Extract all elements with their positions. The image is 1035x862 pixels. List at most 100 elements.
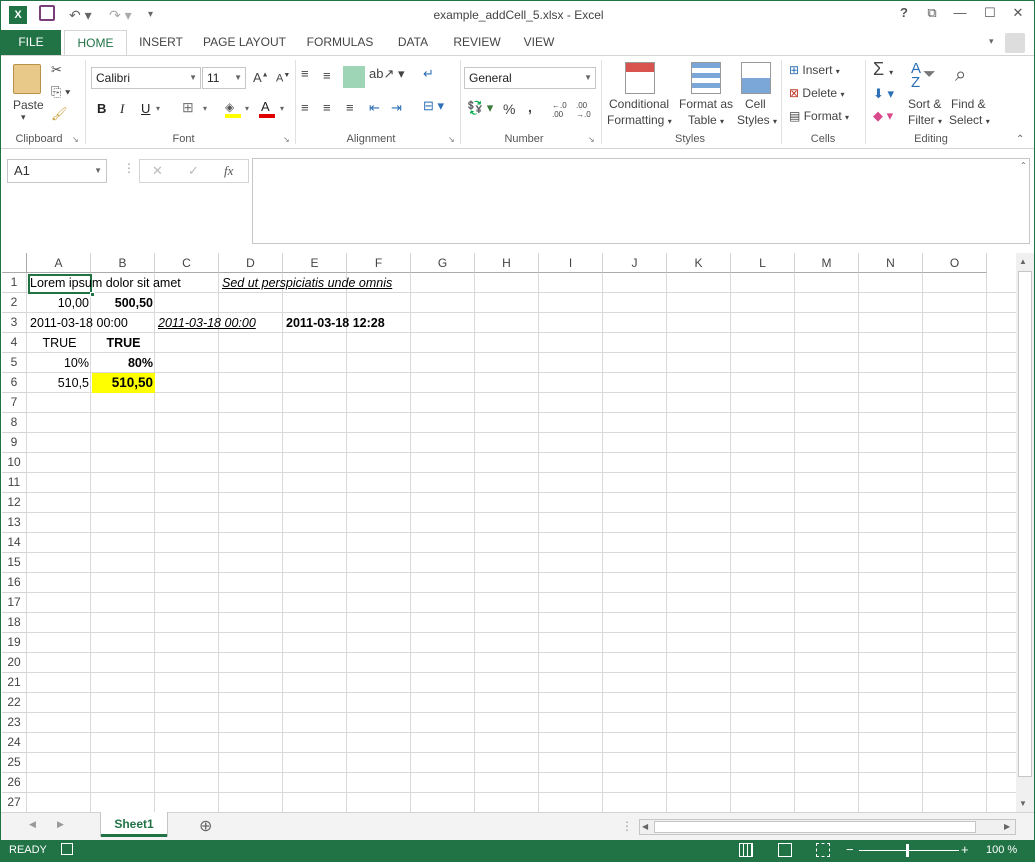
zoom-level[interactable]: 100 % — [986, 844, 1017, 856]
clear-icon[interactable]: ◆ ▾ — [873, 108, 893, 124]
row-header-2[interactable]: 2 — [2, 293, 27, 313]
formula-bar-expand-icon[interactable]: ⌃ — [1020, 161, 1027, 170]
normal-view-icon[interactable] — [739, 843, 753, 857]
row-header-8[interactable]: 8 — [2, 413, 27, 433]
font-name-select[interactable]: Calibri ▼ — [91, 67, 201, 89]
tab-insert[interactable]: INSERT — [131, 30, 191, 55]
horizontal-scroll-thumb[interactable] — [654, 821, 976, 833]
sort-filter-label-2[interactable]: Filter ▾ — [908, 113, 942, 127]
borders-dropdown-icon[interactable]: ▾ — [203, 104, 207, 113]
row-header-9[interactable]: 9 — [2, 433, 27, 453]
bold-button[interactable]: B — [97, 101, 106, 116]
row-header-15[interactable]: 15 — [2, 553, 27, 573]
paste-icon[interactable] — [13, 64, 41, 94]
sheet-tab-sheet1[interactable]: Sheet1 — [101, 812, 167, 837]
column-header-k[interactable]: K — [667, 253, 731, 273]
increase-decimal-button[interactable]: ←.0 .00 — [552, 101, 572, 119]
tab-review[interactable]: REVIEW — [447, 30, 507, 55]
sort-filter-label-1[interactable]: Sort & — [908, 97, 941, 111]
formula-input[interactable] — [252, 158, 1030, 244]
zoom-out-button[interactable]: − — [846, 842, 854, 857]
row-header-4[interactable]: 4 — [2, 333, 27, 353]
cell-a3[interactable]: 2011-03-18 00:00 — [28, 313, 130, 333]
alignment-launcher-icon[interactable]: ↘ — [448, 135, 455, 144]
tab-file[interactable]: FILE — [1, 30, 61, 55]
cell-a4[interactable]: TRUE — [28, 333, 91, 353]
insert-function-icon[interactable]: fx — [224, 163, 233, 179]
orientation-icon[interactable]: ab↗ ▾ — [369, 66, 405, 82]
cell-b6[interactable]: 510,50 — [92, 373, 155, 393]
cell-a5[interactable]: 10% — [28, 353, 91, 373]
format-painter-icon[interactable]: 🖌 — [51, 106, 68, 122]
percent-style-button[interactable]: % — [503, 101, 515, 117]
align-right-icon[interactable]: ≡ — [346, 100, 354, 115]
format-as-table-icon[interactable] — [691, 62, 721, 94]
merge-center-icon[interactable]: ⊟ ▾ — [423, 98, 444, 114]
worksheet-grid[interactable]: ABCDEFGHIJKLMNO 1 2 3 4 5 6 7 8 9 10 11 12 13 14 15 16 1… — [2, 253, 1016, 812]
row-header-20[interactable]: 20 — [2, 653, 27, 673]
decrease-decimal-button[interactable]: .00 →.0 — [576, 101, 596, 119]
number-format-select[interactable]: General ▼ — [464, 67, 596, 89]
row-header-23[interactable]: 23 — [2, 713, 27, 733]
column-header-o[interactable]: O — [923, 253, 987, 273]
cancel-edit-icon[interactable]: ✕ — [152, 163, 163, 179]
row-header-16[interactable]: 16 — [2, 573, 27, 593]
column-header-f[interactable]: F — [347, 253, 411, 273]
row-header-22[interactable]: 22 — [2, 693, 27, 713]
copy-icon[interactable]: ⎘ ▾ — [51, 84, 70, 100]
page-layout-view-icon[interactable] — [778, 843, 792, 857]
cell-e3[interactable]: 2011-03-18 12:28 — [284, 313, 387, 333]
italic-button[interactable]: I — [120, 101, 124, 117]
cell-styles-label-1[interactable]: Cell — [745, 97, 766, 111]
row-header-6[interactable]: 6 — [2, 373, 27, 393]
fill-color-icon[interactable]: ◈ — [225, 100, 241, 114]
cell-a1[interactable]: Lorem ipsum dolor sit amet — [28, 273, 183, 293]
confirm-edit-icon[interactable]: ✓ — [188, 163, 199, 179]
macro-record-icon[interactable] — [61, 843, 73, 855]
column-header-h[interactable]: H — [475, 253, 539, 273]
comma-style-button[interactable]: , — [528, 99, 532, 115]
row-header-17[interactable]: 17 — [2, 593, 27, 613]
column-header-b[interactable]: B — [91, 253, 155, 273]
row-header-7[interactable]: 7 — [2, 393, 27, 413]
row-header-3[interactable]: 3 — [2, 313, 27, 333]
row-header-5[interactable]: 5 — [2, 353, 27, 373]
help-button[interactable]: ? — [893, 5, 915, 25]
cell-c3[interactable]: 2011-03-18 00:00 — [156, 313, 258, 333]
row-header-24[interactable]: 24 — [2, 733, 27, 753]
borders-icon[interactable]: ⊞ — [182, 99, 194, 116]
column-header-i[interactable]: I — [539, 253, 603, 273]
format-as-table-label-1[interactable]: Format as — [679, 97, 733, 111]
zoom-slider-track[interactable] — [859, 850, 959, 851]
cell-a2[interactable]: 10,00 — [28, 293, 91, 313]
delete-cells-button[interactable]: ⊠ Delete ▾ — [789, 86, 844, 100]
column-header-m[interactable]: M — [795, 253, 859, 273]
autosum-button[interactable]: Σ ▾ — [873, 59, 893, 80]
paste-button[interactable]: Paste — [13, 98, 44, 112]
font-launcher-icon[interactable]: ↘ — [283, 135, 290, 144]
select-all-corner[interactable] — [2, 253, 27, 273]
row-header-18[interactable]: 18 — [2, 613, 27, 633]
column-header-a[interactable]: A — [27, 253, 91, 273]
align-left-icon[interactable]: ≡ — [301, 100, 309, 115]
horizontal-scrollbar[interactable]: ◀ ▶ — [639, 819, 1016, 835]
format-cells-button[interactable]: ▤ Format ▾ — [789, 109, 849, 123]
tab-data[interactable]: DATA — [389, 30, 437, 55]
conditional-formatting-label-2[interactable]: Formatting ▾ — [607, 113, 672, 127]
binoculars-icon[interactable]: ⌕ — [955, 64, 966, 87]
prev-sheet-icon[interactable]: ◀ — [29, 819, 36, 830]
align-bottom-icon[interactable] — [343, 66, 365, 88]
new-sheet-button[interactable]: ⊕ — [199, 816, 212, 836]
cell-styles-label-2[interactable]: Styles ▾ — [737, 113, 777, 127]
fill-down-icon[interactable]: ⬇ ▾ — [873, 86, 894, 102]
zoom-slider-thumb[interactable] — [906, 844, 909, 857]
row-header-27[interactable]: 27 — [2, 793, 27, 812]
vertical-scrollbar[interactable]: ▲ ▼ — [1016, 253, 1034, 812]
row-header-13[interactable]: 13 — [2, 513, 27, 533]
close-button[interactable]: ✕ — [1007, 5, 1029, 25]
column-header-g[interactable]: G — [411, 253, 475, 273]
fill-dropdown-icon[interactable]: ▾ — [245, 104, 249, 113]
wrap-text-icon[interactable]: ↵ — [423, 66, 434, 82]
row-header-1[interactable]: 1 — [2, 273, 27, 293]
row-header-12[interactable]: 12 — [2, 493, 27, 513]
